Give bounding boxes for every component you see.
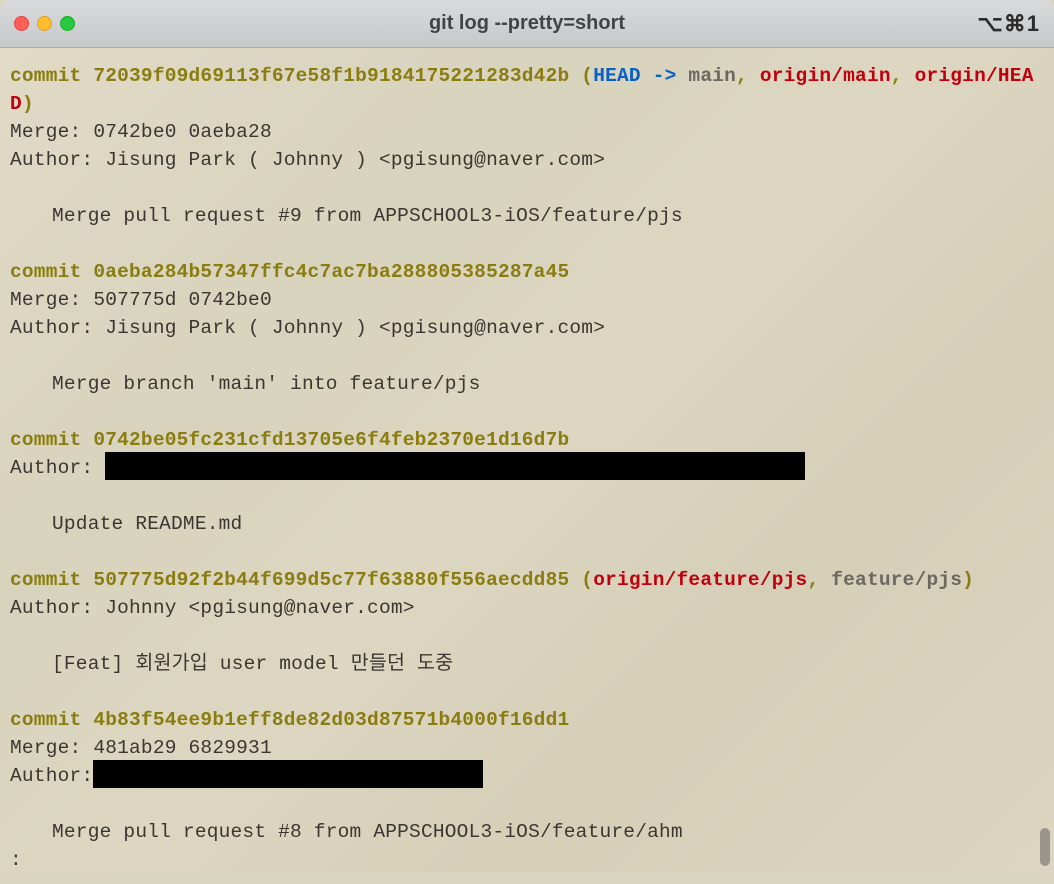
commit-message: Update README.md [10,510,1044,538]
commit-hash-text: commit 72039f09d69113f67e58f1b9184175221… [10,65,569,87]
head-ref: HEAD -> [593,65,688,87]
commit-hash: commit 4b83f54ee9b1eff8de82d03d87571b400… [10,706,1044,734]
paren-open: ( [569,65,593,87]
commit-hash-text: commit 0aeba284b57347ffc4c7ac7ba28880538… [10,261,569,283]
commit-merge: Merge: 481ab29 6829931 [10,734,1044,762]
ref-separator: , [891,65,915,87]
commit-merge: Merge: 507775d 0742be0 [10,286,1044,314]
maximize-button[interactable] [60,16,75,31]
paren-close: ) [962,569,974,591]
window-shortcut: ⌥⌘1 [977,11,1040,37]
window-title: git log --pretty=short [0,12,1054,35]
ref-separator: , [807,569,831,591]
commit-author: Author: Jisung Park ( Johnny ) <pgisung@… [10,314,1044,342]
pager-colon: : [10,846,22,874]
commit-message: [Feat] 회원가입 user model 만들던 도중 [10,650,1044,678]
commit-merge: Merge: 0742be0 0aeba28 [10,118,1044,146]
commit-hash: commit 0aeba284b57347ffc4c7ac7ba28880538… [10,258,1044,286]
commit-author: Author: Johnny <pgisung@naver.com> [10,594,1044,622]
pager-prompt[interactable]: : [10,846,1044,874]
branch-main: main [688,65,736,87]
commit-hash-text: commit 0742be05fc231cfd13705e6f4feb2370e… [10,429,569,451]
author-prefix: Author: [10,765,93,787]
commit-author: Author: Jisung Park ( Johnny ) <pgisung@… [10,146,1044,174]
paren-close: ) [22,93,34,115]
terminal-content[interactable]: commit 72039f09d69113f67e58f1b9184175221… [0,48,1054,884]
close-button[interactable] [14,16,29,31]
commit-hash: commit 507775d92f2b44f699d5c77f63880f556… [10,566,1044,594]
commit-hash-text: commit 4b83f54ee9b1eff8de82d03d87571b400… [10,709,569,731]
commit-hash: commit 72039f09d69113f67e58f1b9184175221… [10,62,1044,118]
commit-hash: commit 0742be05fc231cfd13705e6f4feb2370e… [10,426,1044,454]
commit-message: Merge branch 'main' into feature/pjs [10,370,1044,398]
ref-origin-main: origin/main [760,65,891,87]
commit-message: Merge pull request #8 from APPSCHOOL3-iO… [10,818,1044,846]
commit-hash-text: commit 507775d92f2b44f699d5c77f63880f556… [10,569,569,591]
commit-message: Merge pull request #9 from APPSCHOOL3-iO… [10,202,1044,230]
traffic-lights [14,16,75,31]
commit-author: Author: [10,762,1044,790]
ref-separator: , [736,65,760,87]
scrollbar-thumb[interactable] [1040,828,1050,866]
author-prefix: Author: [10,457,105,479]
minimize-button[interactable] [37,16,52,31]
window-titlebar: git log --pretty=short ⌥⌘1 [0,0,1054,48]
ref-feature-pjs: feature/pjs [831,569,962,591]
paren-open: ( [569,569,593,591]
commit-author: Author: [10,454,1044,482]
redacted-author [105,452,805,480]
ref-origin-feature-pjs: origin/feature/pjs [593,569,807,591]
redacted-author [93,760,483,788]
